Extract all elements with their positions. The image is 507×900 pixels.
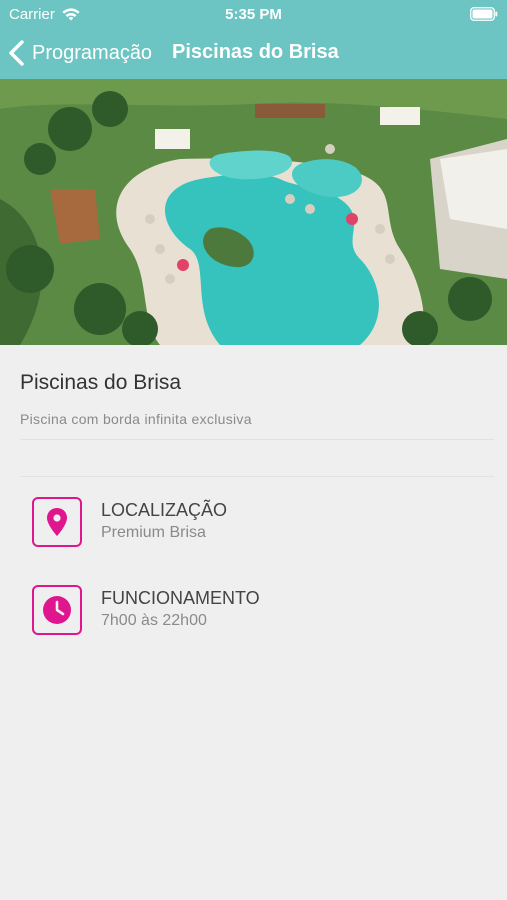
page-title: Piscinas do Brisa: [172, 41, 339, 63]
clock-icon: [32, 585, 82, 635]
chevron-left-icon: [9, 40, 24, 66]
pool-aerial-photo: [0, 79, 507, 345]
location-pin-icon: [32, 497, 82, 547]
back-button-label: Programação: [32, 41, 153, 64]
divider: [20, 476, 494, 477]
header: Carrier 5:35 PM Programação Piscinas do …: [0, 0, 507, 79]
navigation-bar: Programação Piscinas do Brisa: [0, 32, 507, 76]
back-button[interactable]: Programação: [8, 38, 152, 68]
hero-image: [0, 79, 507, 345]
detail-title: Piscinas do Brisa: [20, 371, 182, 394]
location-value: Premium Brisa: [101, 524, 206, 541]
hours-value: 7h00 às 22h00: [101, 612, 207, 629]
divider: [20, 439, 494, 440]
info-row-hours: FUNCIONAMENTO 7h00 às 22h00: [32, 585, 472, 637]
battery-icon: [470, 7, 498, 21]
detail-subtitle: Piscina com borda infinita exclusiva: [20, 411, 252, 427]
status-bar: Carrier 5:35 PM: [0, 0, 507, 28]
clock-time: 5:35 PM: [225, 6, 282, 23]
location-label: LOCALIZAÇÃO: [101, 500, 228, 520]
hours-label: FUNCIONAMENTO: [101, 588, 260, 608]
info-row-location: LOCALIZAÇÃO Premium Brisa: [32, 497, 472, 549]
